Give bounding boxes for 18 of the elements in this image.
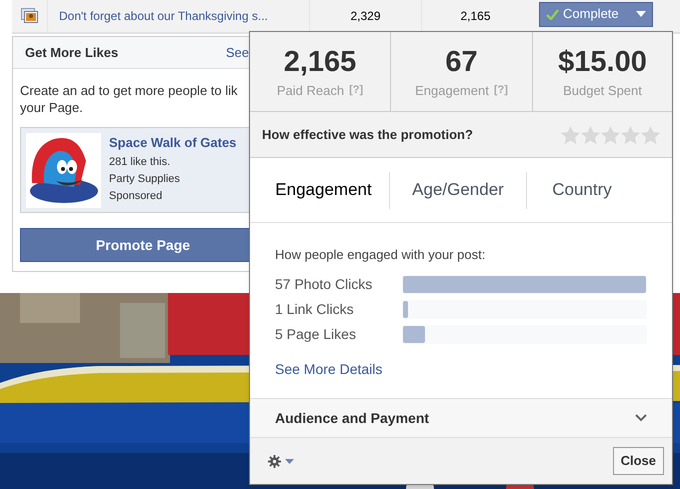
stat-label: Paid Reach bbox=[276, 82, 344, 100]
sponsored-label: Sponsored bbox=[109, 189, 164, 204]
stat-value: 2,165 bbox=[284, 45, 356, 79]
section-heading: How people engaged with your post: bbox=[275, 246, 486, 264]
metric-label: 1 Link Clicks bbox=[275, 300, 355, 318]
table-cell-text: 2,165 bbox=[460, 8, 491, 25]
stat-value: $15.00 bbox=[558, 45, 647, 79]
stat-value: 67 bbox=[445, 45, 478, 79]
ad-title: Space Walk of Gates bbox=[109, 134, 236, 152]
description-text: Create an ad to get more people to lik your Page. bbox=[19, 82, 239, 116]
likes-count: 281 like this. bbox=[109, 155, 172, 170]
table-cell-text: 2,329 bbox=[350, 8, 381, 25]
stat-label: Budget Spent bbox=[563, 82, 642, 100]
metric-label: 5 Page Likes bbox=[275, 324, 357, 344]
metric-label: 57 Photo Clicks bbox=[275, 274, 374, 294]
card-title: Get More Likes bbox=[25, 44, 118, 62]
stat-label: Engagement bbox=[415, 82, 489, 100]
category-text: Party Supplies bbox=[109, 172, 181, 187]
